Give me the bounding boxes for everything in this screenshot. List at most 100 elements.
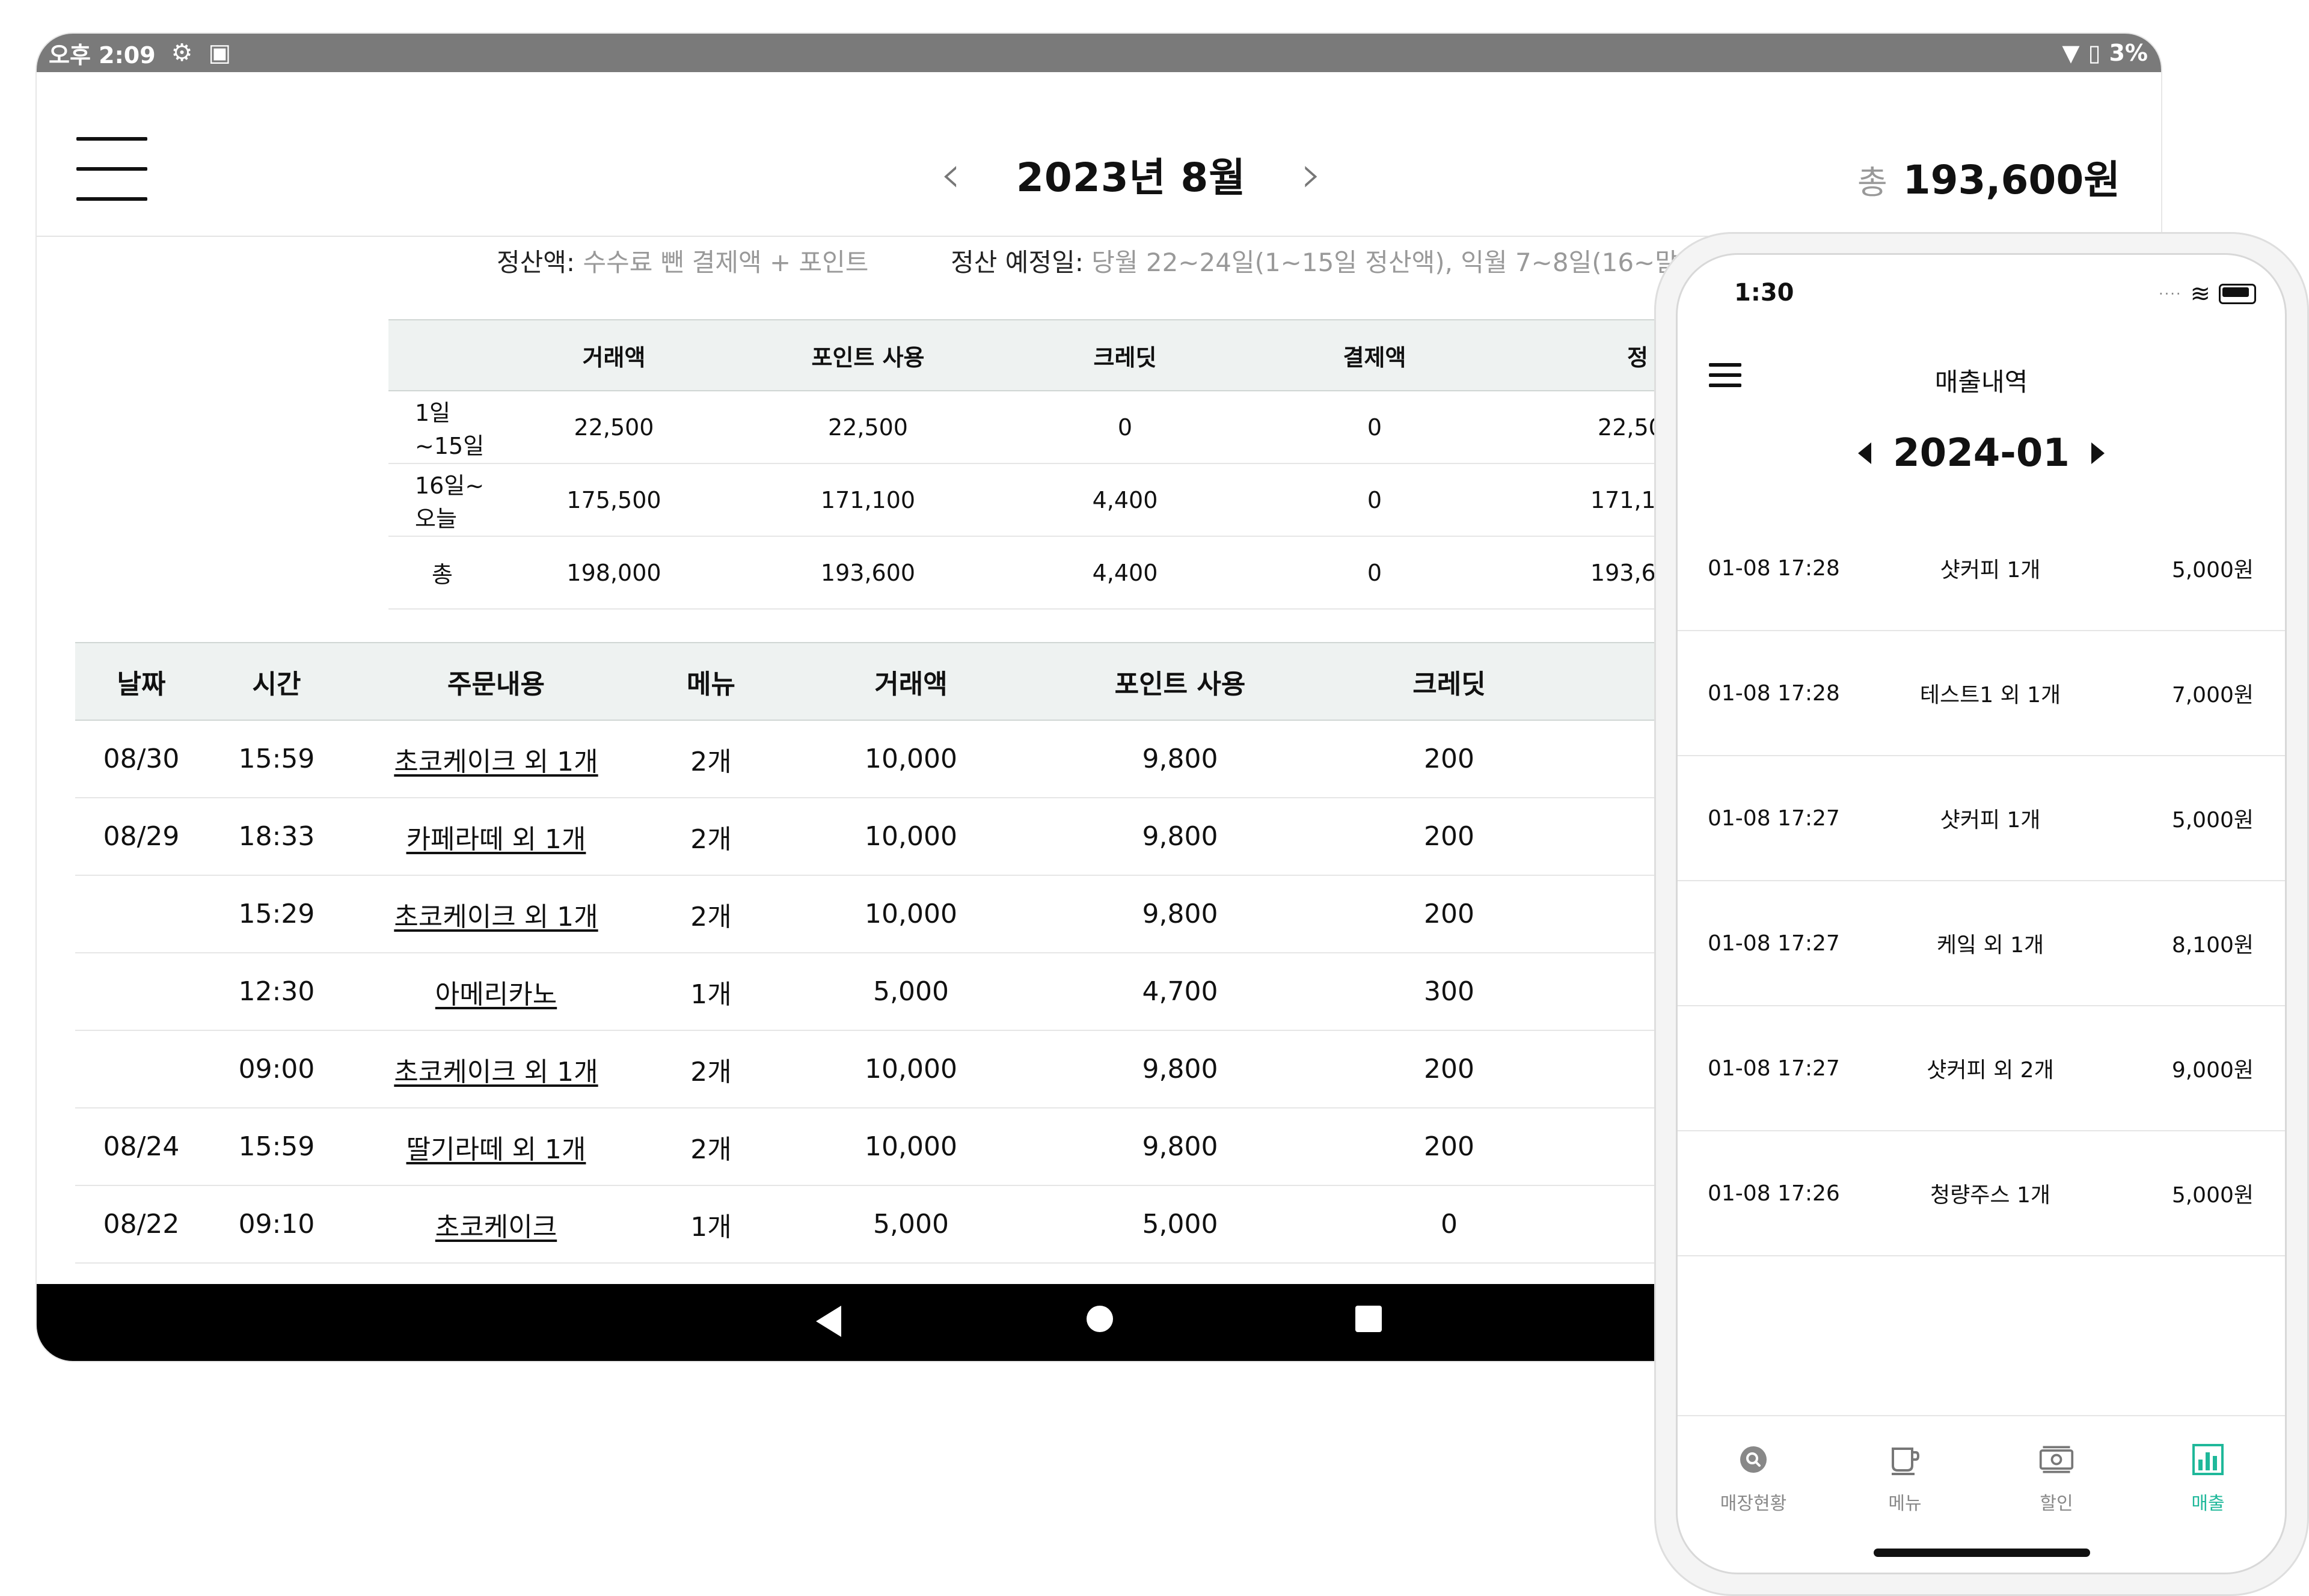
sale-amount: 9,000원 [2171,1058,2254,1083]
tab-store-status[interactable]: 매장현황 [1678,1416,1829,1524]
order-points: 9,800 [1046,1030,1314,1108]
recents-icon[interactable] [1355,1306,1382,1332]
summary-cell: 0 [1245,463,1504,537]
tab-label: 메뉴 [1888,1493,1922,1514]
tab-discount[interactable]: 할인 [1981,1416,2132,1524]
tab-sales[interactable]: 매출 [2132,1416,2284,1524]
order-date [75,875,207,953]
table-row: 08/22 09:10 초코케이크 1개 5,000 5,000 0 [75,1185,1759,1264]
sale-name: 샷커피 1개 [1940,808,2041,833]
orders-header-content: 주문내용 [346,642,646,721]
order-content-link[interactable]: 아메리카노 [435,979,557,1010]
table-row: 08/29 18:33 카페라떼 외 1개 2개 10,000 9,800 20… [75,798,1759,876]
tab-menu[interactable]: 메뉴 [1829,1416,1981,1524]
tab-label: 할인 [2040,1493,2073,1514]
order-menu-count: 1개 [646,953,776,1031]
summary-header: 거래액 [497,319,731,391]
battery-icon: ▯ [2088,40,2101,66]
order-points: 9,800 [1046,875,1314,953]
order-credit: 200 [1314,1108,1584,1186]
settle-date-desc: 당월 22~24일(1~15일 정산액), 익월 7~8일(16~말일 정산 [1091,248,1756,277]
summary-row: 1일~15일 22,500 22,500 0 0 22,500 [388,391,1771,464]
tablet-status-bar: 오후 2:09 ⚙ ▣ ▼ ▯ 3% [37,34,2161,72]
phone-status-time: 1:30 [1734,279,1794,307]
order-amount: 5,000 [776,1185,1046,1264]
settle-date-label: 정산 예정일: [951,248,1084,277]
order-amount: 10,000 [776,875,1046,953]
download-icon: ▣ [208,39,232,67]
list-item[interactable]: 01-08 17:28 테스트1 외 1개 7,000원 [1678,631,2285,756]
phone-status-bar: 1:30 ···· ≋ [1678,255,2285,327]
battery-icon [2219,284,2256,304]
order-date: 08/22 [75,1185,207,1264]
table-row: 08/30 15:59 초코케이크 외 1개 2개 10,000 9,800 2… [75,720,1759,798]
sale-datetime: 01-08 17:28 [1708,680,1840,706]
order-time: 15:59 [207,1108,346,1186]
list-item[interactable]: 01-08 17:28 샷커피 1개 5,000원 [1678,506,2285,631]
prev-month-icon[interactable] [1858,442,1872,464]
summary-header: 크레딧 [1005,319,1245,391]
summary-cell: 198,000 [497,536,731,610]
sale-amount: 5,000원 [2171,1183,2254,1208]
order-content-link[interactable]: 카페라떼 외 1개 [406,824,586,855]
page-title: 매출내역 [1934,367,2028,397]
order-points: 9,800 [1046,720,1314,798]
order-time: 12:30 [207,953,346,1031]
summary-cell: 0 [1245,536,1504,610]
order-date: 08/24 [75,1108,207,1186]
sales-list: 01-08 17:28 샷커피 1개 5,000원 01-08 17:28 테스… [1678,506,2285,1256]
phone-month-value: 2024-01 [1893,431,2070,475]
order-credit: 200 [1314,875,1584,953]
phone-screen: 1:30 ···· ≋ 매출내역 2024-01 01-08 17:28 샷커피… [1678,255,2285,1573]
summary-header: 결제액 [1245,319,1504,391]
orders-header-amount: 거래액 [776,642,1046,721]
order-content-cell: 초코케이크 [346,1185,646,1264]
order-content-link[interactable]: 초코케이크 외 1개 [394,747,598,777]
order-menu-count: 2개 [646,1030,776,1108]
order-content-link[interactable]: 딸기라떼 외 1개 [406,1134,586,1165]
next-month-icon[interactable] [2091,442,2105,464]
summary-header: 포인트 사용 [731,319,1005,391]
prev-month-button[interactable]: ‹ [927,144,975,204]
order-content-link[interactable]: 초코케이크 외 1개 [394,1057,598,1087]
summary-cell: 총 [388,536,497,610]
coffee-cup-icon [1887,1442,1923,1478]
sale-name: 테스트1 외 1개 [1919,683,2061,708]
order-time: 15:59 [207,720,346,798]
list-item[interactable]: 01-08 17:27 샷커피 외 2개 9,000원 [1678,1006,2285,1131]
order-content-link[interactable]: 초코케이크 외 1개 [394,902,598,932]
order-content-cell: 아메리카노 [346,953,646,1031]
total-amount: 총 193,600원 [1857,148,2120,206]
order-amount: 10,000 [776,798,1046,876]
order-credit: 200 [1314,1030,1584,1108]
signal-icon: ···· [2158,286,2182,302]
order-date: 08/29 [75,798,207,876]
order-content-cell: 초코케이크 외 1개 [346,720,646,798]
order-amount: 10,000 [776,1108,1046,1186]
table-row: 12:30 아메리카노 1개 5,000 4,700 300 [75,953,1759,1031]
order-content-cell: 초코케이크 외 1개 [346,875,646,953]
list-item[interactable]: 01-08 17:27 케잌 외 1개 8,100원 [1678,881,2285,1006]
list-item[interactable]: 01-08 17:27 샷커피 1개 5,000원 [1678,756,2285,881]
order-menu-count: 2개 [646,1108,776,1186]
table-row: 09:00 초코케이크 외 1개 2개 10,000 9,800 200 [75,1030,1759,1108]
summary-cell: 22,500 [731,391,1005,464]
sale-amount: 5,000원 [2171,558,2254,582]
order-menu-count: 2개 [646,798,776,876]
table-row: 08/24 15:59 딸기라떼 외 1개 2개 10,000 9,800 20… [75,1108,1759,1186]
summary-header [388,319,497,391]
order-content-link[interactable]: 초코케이크 [435,1212,557,1243]
home-icon[interactable] [1087,1306,1113,1332]
sale-datetime: 01-08 17:28 [1708,555,1840,581]
next-month-button[interactable]: › [1287,144,1335,204]
summary-table: 거래액 포인트 사용 크레딧 결제액 정 1일~15일 22,500 22,50… [388,319,1771,610]
menu-icon[interactable] [76,137,147,203]
summary-row: 16일~오늘 175,500 171,100 4,400 0 171,100 [388,463,1771,537]
summary-cell: 193,600 [731,536,1005,610]
order-time: 09:00 [207,1030,346,1108]
orders-header-points: 포인트 사용 [1046,642,1314,721]
order-amount: 10,000 [776,720,1046,798]
back-icon[interactable] [816,1306,841,1337]
list-item[interactable]: 01-08 17:26 청량주스 1개 5,000원 [1678,1131,2285,1256]
order-amount: 5,000 [776,953,1046,1031]
